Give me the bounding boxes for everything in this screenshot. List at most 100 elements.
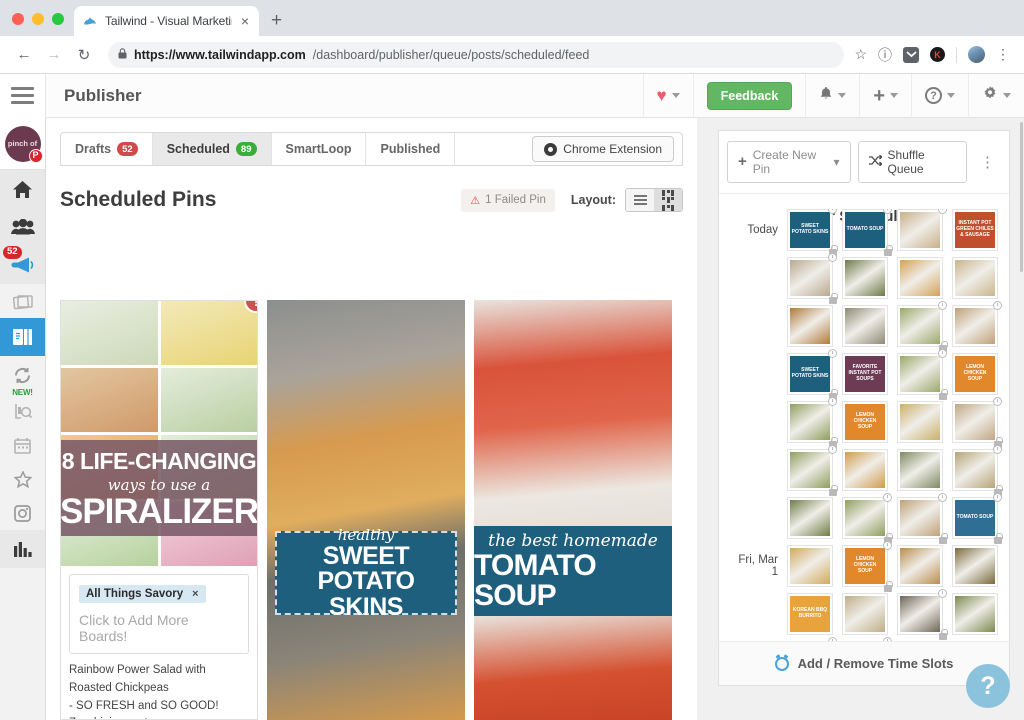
schedule-slot[interactable] — [787, 445, 838, 496]
address-bar[interactable]: https://www.tailwindapp.com/dashboard/pu… — [108, 41, 845, 68]
schedule-slot[interactable]: KOREAN BBQ BURRITO — [787, 593, 833, 635]
help-bubble-button[interactable]: ? — [966, 664, 1010, 708]
back-icon[interactable]: ← — [10, 41, 38, 69]
page-scrollbar[interactable] — [1019, 118, 1024, 720]
sidebar-item-tribes-feed[interactable]: 52 — [0, 246, 45, 284]
schedule-slot[interactable]: FAVORITE INSTANT POT SOUPS — [842, 353, 888, 395]
schedule-slot[interactable]: SWEET POTATO SKINS — [787, 349, 838, 400]
schedule-slot[interactable] — [952, 593, 998, 635]
pocket-icon[interactable] — [903, 46, 919, 63]
maximize-window-button[interactable] — [52, 13, 64, 25]
schedule-slot[interactable]: LEMON CHICKEN SOUP — [842, 401, 888, 443]
grid-icon[interactable] — [654, 189, 682, 211]
schedule-slot[interactable] — [787, 545, 833, 587]
schedule-slot[interactable] — [787, 397, 838, 448]
schedule-slot[interactable] — [897, 257, 943, 299]
add-button[interactable]: + — [859, 73, 911, 118]
info-icon[interactable]: ⓘ — [878, 45, 892, 65]
schedule-slot[interactable] — [787, 497, 833, 539]
sidebar-item-instagram[interactable] — [0, 496, 45, 530]
schedule-slot[interactable] — [952, 257, 998, 299]
pinterest-badge: P — [28, 148, 43, 163]
feedback-button-wrap[interactable]: Feedback — [692, 73, 806, 118]
minimize-window-button[interactable] — [32, 13, 44, 25]
notifications-button[interactable] — [805, 73, 859, 118]
schedule-slot[interactable]: LEMON CHICKEN SOUP — [842, 541, 893, 592]
schedule-slot[interactable] — [787, 305, 833, 347]
shuffle-queue-button[interactable]: Shuffle Queue — [857, 141, 967, 183]
tab-scheduled[interactable]: Scheduled 89 — [152, 133, 272, 165]
create-new-pin-button[interactable]: + Create New Pin ▾ — [727, 141, 851, 183]
sidebar-item-calendar[interactable] — [0, 428, 45, 462]
schedule-slot[interactable] — [842, 493, 893, 544]
schedule-slot-group: LEMON CHICKEN SOUP — [787, 397, 1003, 448]
schedule-slot[interactable]: INSTANT POT GREEN CHILES & SAUSAGE — [952, 209, 998, 251]
schedule-slot[interactable] — [897, 589, 948, 640]
board-selector[interactable]: All Things Savory × Click to Add More Bo… — [69, 574, 249, 654]
schedule-slot[interactable]: TOMATO SOUP — [842, 209, 893, 256]
schedule-slot[interactable] — [952, 445, 1003, 496]
schedule-slot[interactable] — [897, 493, 948, 544]
new-tab-button[interactable]: + — [259, 11, 294, 36]
close-icon[interactable]: × — [192, 588, 198, 600]
sidebar-item-insights[interactable] — [0, 394, 45, 428]
profile-avatar[interactable] — [968, 46, 985, 63]
failed-pin-badge[interactable]: ⚠ 1 Failed Pin — [461, 188, 555, 212]
hamburger-icon[interactable] — [0, 73, 46, 118]
schedule-slot[interactable] — [842, 449, 888, 491]
browser-menu-icon[interactable]: ⋮ — [996, 47, 1010, 61]
bookmark-star-icon[interactable]: ☆ — [854, 46, 867, 63]
schedule-slot[interactable] — [897, 349, 948, 400]
favorites-button[interactable]: ♥ — [642, 73, 693, 118]
schedule-slot[interactable] — [842, 305, 888, 347]
chevron-down-icon — [947, 93, 955, 98]
sidebar-item-analytics[interactable] — [0, 530, 45, 568]
schedule-slot[interactable] — [842, 593, 888, 635]
sidebar-item-drafts[interactable] — [0, 284, 45, 318]
schedule-slot[interactable] — [787, 253, 838, 304]
forward-icon[interactable]: → — [40, 41, 68, 69]
pin-card-spiralizer[interactable]: ! 8 LIFE-CHANGING ways to use a SPIRALIZ… — [60, 300, 258, 720]
schedule-slot[interactable] — [897, 545, 943, 587]
schedule-slot[interactable] — [897, 209, 947, 251]
pin-card-sweet-potato-skins[interactable]: healthy SWEET POTATO SKINS — [267, 300, 465, 720]
schedule-slot[interactable] — [842, 257, 888, 299]
reload-icon[interactable]: ↻ — [70, 41, 98, 69]
page-title: Publisher — [64, 85, 142, 105]
browser-tab[interactable]: Tailwind - Visual Marketing Sui × — [74, 6, 259, 36]
help-button[interactable]: ? — [911, 73, 968, 118]
k-extension-icon[interactable]: K — [930, 47, 945, 62]
schedule-thumbnail — [790, 548, 830, 584]
tab-published[interactable]: Published — [366, 133, 456, 165]
sidebar-item-smartloop[interactable]: NEW! — [0, 356, 45, 397]
tab-drafts[interactable]: Drafts 52 — [61, 133, 153, 165]
schedule-more-icon[interactable]: ⋮ — [974, 155, 1001, 170]
feedback-button[interactable]: Feedback — [706, 81, 793, 110]
list-icon[interactable] — [626, 189, 654, 211]
schedule-grid[interactable]: Today SWEET POTATO SKINS TOMATO SOUP INSTAN… — [719, 209, 1009, 641]
schedule-slot[interactable]: SWEET POTATO SKINS — [787, 209, 838, 256]
pin-card-tomato-soup[interactable]: the best homemade TOMATO SOUP — [474, 300, 672, 720]
schedule-slot[interactable]: LEMON CHICKEN SOUP — [952, 353, 998, 395]
sidebar-item-favorites[interactable] — [0, 462, 45, 496]
schedule-slot[interactable] — [897, 449, 943, 491]
close-window-button[interactable] — [12, 13, 24, 25]
tab-smartloop[interactable]: SmartLoop — [272, 133, 367, 165]
schedule-slot[interactable] — [952, 545, 998, 587]
schedule-slot[interactable] — [952, 397, 1003, 448]
close-icon[interactable]: × — [239, 14, 251, 28]
board-tag[interactable]: All Things Savory × — [79, 585, 206, 603]
schedule-slot[interactable] — [897, 301, 948, 352]
overlay-line-2: SWEET POTATO — [317, 541, 416, 596]
account-avatar[interactable]: pinch of P — [0, 118, 45, 170]
schedule-slot[interactable] — [952, 301, 1002, 347]
schedule-slot[interactable]: TOMATO SOUP — [952, 493, 1003, 544]
chrome-extension-button[interactable]: Chrome Extension — [532, 136, 674, 162]
window-controls[interactable] — [10, 13, 74, 36]
sidebar-item-tribes[interactable] — [0, 208, 45, 246]
sidebar-item-home[interactable] — [0, 170, 45, 208]
schedule-slot[interactable] — [897, 401, 943, 443]
add-remove-time-slots-button[interactable]: Add / Remove Time Slots — [719, 641, 1009, 685]
settings-button[interactable] — [968, 73, 1024, 118]
sidebar-item-publisher[interactable] — [0, 318, 45, 356]
